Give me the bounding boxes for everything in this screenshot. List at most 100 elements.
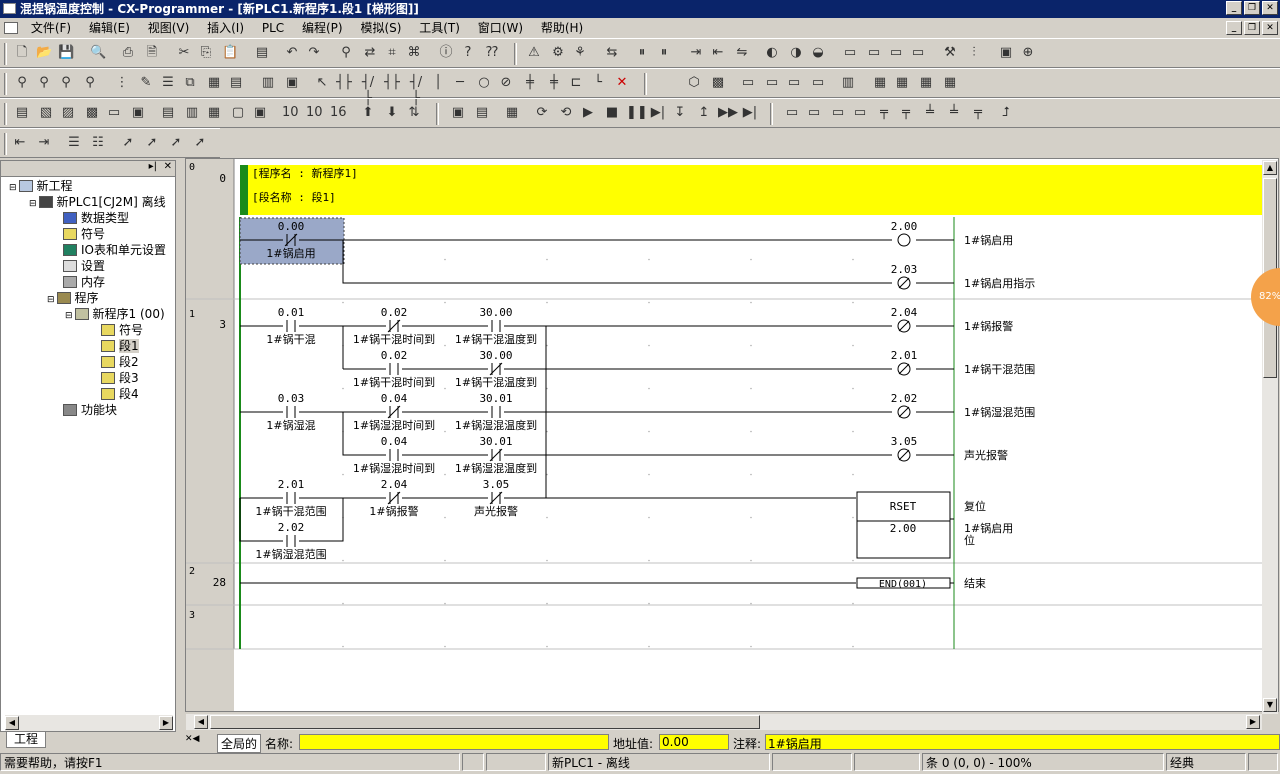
minimize-icon[interactable]: _ (1226, 1, 1242, 15)
tree-item-programs[interactable]: ⊟ 程序 (47, 290, 99, 306)
instruction-icon[interactable]: ⊏ (568, 75, 584, 91)
info-icon[interactable]: ⓘ (438, 45, 454, 61)
io-comment-icon[interactable]: ▥ (260, 75, 276, 91)
paste-icon[interactable]: 📋 (222, 45, 238, 61)
vertical-line-icon[interactable]: │ (430, 75, 446, 91)
list-icon[interactable]: ☰ (160, 75, 176, 91)
tab-global[interactable]: 全局的 (217, 734, 262, 753)
symbol-table-icon[interactable]: ▥ (184, 105, 200, 121)
new-icon[interactable]: 🗋 (14, 45, 30, 61)
open-icon[interactable]: 📂 (36, 45, 52, 61)
pv-nc-icon[interactable]: ╪ (546, 75, 562, 91)
sim-debug-icon[interactable]: ▤ (474, 105, 490, 121)
grid-icon[interactable]: ⋮ (114, 75, 130, 91)
tree-item-project[interactable]: ⊟ 新工程 (9, 178, 73, 194)
comment-icon[interactable]: ✎ (138, 75, 154, 91)
doc-restore-icon[interactable]: ❐ (1244, 21, 1260, 35)
sim-mode-icon[interactable]: ▣ (450, 105, 466, 121)
properties-icon[interactable]: ▣ (284, 75, 300, 91)
task-view-icon[interactable]: ▥ (840, 75, 856, 91)
doc-close-icon[interactable]: ✕ (1262, 21, 1278, 35)
clipboard-icon[interactable]: ▤ (254, 45, 270, 61)
task-list-icon[interactable]: ▤ (228, 75, 244, 91)
tree-item-settings[interactable]: 设置 (63, 258, 105, 274)
output-window-icon[interactable]: ▭ (106, 105, 122, 121)
menu-tools[interactable]: 工具(T) (412, 18, 467, 38)
context-help-icon[interactable]: ⁇ (484, 45, 500, 61)
contact-nc-icon[interactable]: ┤/├ (360, 75, 376, 106)
menu-program[interactable]: 编程(P) (295, 18, 350, 38)
ladder-coil[interactable]: 2.02 1#锅湿混范围 (891, 392, 1035, 419)
preview-icon[interactable]: 🗎 (144, 45, 160, 61)
zoom-in-icon[interactable]: ⚲ (36, 75, 52, 91)
close-icon[interactable]: ✕ (1262, 1, 1278, 15)
contact-no-icon[interactable]: ┤├ (336, 75, 352, 91)
restore-icon[interactable]: ❐ (1244, 1, 1260, 15)
pv-instr-icon[interactable]: ╪ (522, 75, 538, 91)
watch-icon[interactable]: ▦ (872, 75, 888, 91)
print-preview-icon[interactable]: 🔍 (90, 45, 106, 61)
menu-edit[interactable]: 编辑(E) (82, 18, 137, 38)
menu-window[interactable]: 窗口(W) (471, 18, 530, 38)
ladder-coil[interactable]: 2.04 1#锅报警 (891, 306, 1013, 333)
select-icon[interactable]: ↖ (314, 75, 330, 91)
address-refs-icon[interactable]: ▤ (160, 105, 176, 121)
menu-help[interactable]: 帮助(H) (534, 18, 590, 38)
replace-icon[interactable]: ⇄ (362, 45, 378, 61)
menu-plc[interactable]: PLC (255, 18, 291, 38)
online-icon[interactable]: ⇆ (604, 45, 620, 61)
pin-icon[interactable]: ▸| (149, 161, 157, 172)
name-field[interactable] (299, 734, 609, 750)
ladder-vscroll[interactable]: ▲ ▼ (1262, 160, 1278, 714)
print-icon[interactable]: ⎙ (120, 45, 136, 61)
tree-item-io-table[interactable]: IO表和单元设置 (63, 242, 166, 258)
scroll-left-icon[interactable]: ◀ (5, 716, 19, 730)
scroll-right-icon[interactable]: ▶ (159, 716, 173, 730)
tree-item-section1[interactable]: 段1 (101, 338, 139, 354)
or-nc-icon[interactable]: ┤/├ (408, 75, 424, 106)
doc-minimize-icon[interactable]: _ (1226, 21, 1242, 35)
tree-item-section3[interactable]: 段3 (101, 370, 139, 386)
memory-view-icon[interactable]: ▢ (230, 105, 246, 121)
compile-icon[interactable]: ⚙ (550, 45, 566, 61)
tree-item-program-symbols[interactable]: 符号 (101, 322, 143, 338)
film-icon[interactable]: ▩ (710, 75, 726, 91)
menu-insert[interactable]: 插入(I) (200, 18, 251, 38)
comment-field[interactable]: 1#锅启用 (765, 734, 1280, 751)
online-edit-icon[interactable]: ⬡ (686, 75, 702, 91)
zoom-icon[interactable]: ⚲ (14, 75, 30, 91)
zoom-fit-icon[interactable]: ⚲ (58, 75, 74, 91)
ladder-coil[interactable]: 2.01 1#锅干混范围 (891, 349, 1035, 376)
scroll-down-icon[interactable]: ▼ (1263, 698, 1277, 712)
project-window-icon[interactable]: ▤ (14, 105, 30, 121)
scroll-left-icon[interactable]: ◀ (194, 715, 208, 729)
io-table-view-icon[interactable]: ▦ (206, 105, 222, 121)
tree-item-section4[interactable]: 段4 (101, 386, 139, 402)
tree-item-plc[interactable]: ⊟ 新PLC1[CJ2M] 离线 (29, 194, 166, 210)
tree-close-icon[interactable]: ✕ (164, 161, 172, 172)
save-icon[interactable]: 💾 (58, 45, 74, 61)
ladder-coil[interactable]: 2.00 1#锅启用 (891, 220, 1013, 247)
st-view-icon[interactable]: ▩ (84, 105, 100, 121)
cut-icon[interactable]: ✂ (176, 45, 192, 61)
menu-view[interactable]: 视图(V) (141, 18, 197, 38)
menu-simulate[interactable]: 模拟(S) (353, 18, 408, 38)
scroll-right-icon[interactable]: ▶ (1246, 715, 1260, 729)
find-icon[interactable]: ⚲ (338, 45, 354, 61)
line-connect-icon[interactable]: └ (590, 75, 606, 91)
help-icon[interactable]: ? (460, 45, 476, 61)
ladder-editor[interactable]: 0 0 1 3 2 28 3 [程序名 : 新程序1] [段名称 : 段1] 0… (185, 158, 1279, 712)
rung-icon[interactable]: ⧉ (182, 75, 198, 91)
tree-item-memory[interactable]: 内存 (63, 274, 105, 290)
tree-item-function-blocks[interactable]: 功能块 (63, 402, 117, 418)
scroll-up-icon[interactable]: ▲ (1263, 161, 1277, 175)
horizontal-line-icon[interactable]: ─ (452, 75, 468, 91)
menu-file[interactable]: 文件(F) (24, 18, 78, 38)
mnemonic-view-icon[interactable]: ▨ (60, 105, 76, 121)
tree-item-symbols[interactable]: 符号 (63, 226, 105, 242)
hscroll-thumb[interactable] (210, 715, 760, 729)
document-icon[interactable] (4, 22, 18, 34)
ladder-coil[interactable]: 2.03 1#锅启用指示 (891, 263, 1035, 290)
section-list-icon[interactable]: ▦ (206, 75, 222, 91)
tree-item-datatype[interactable]: 数据类型 (63, 210, 129, 226)
